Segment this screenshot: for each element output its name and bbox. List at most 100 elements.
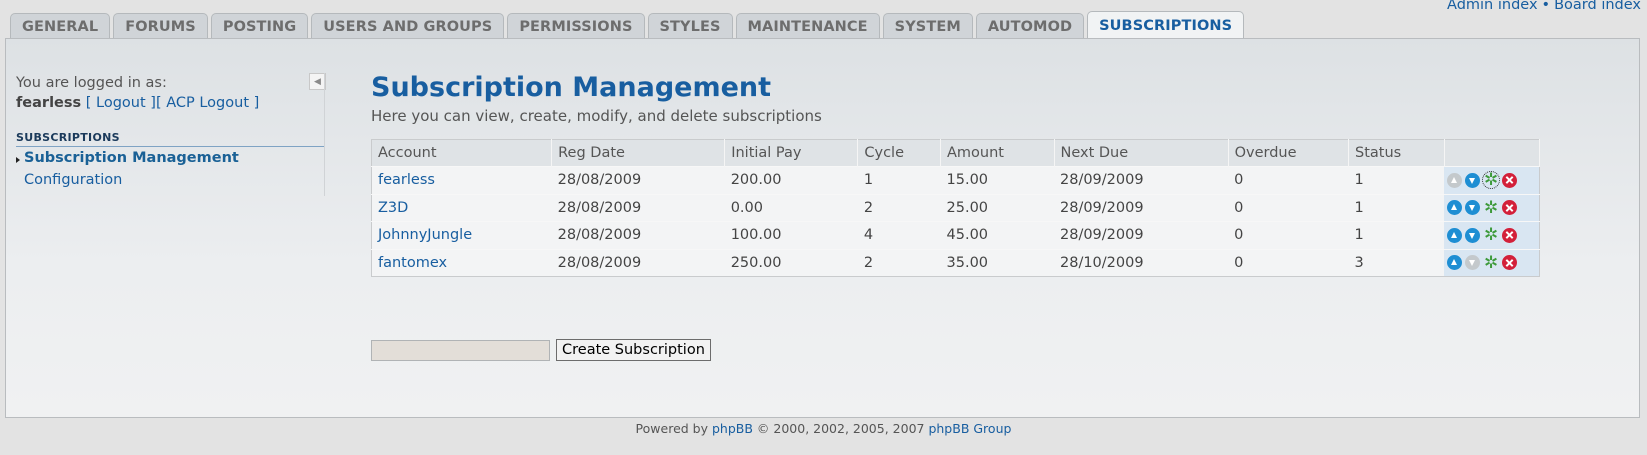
tab-maintenance[interactable]: MAINTENANCE [735,13,880,40]
delete-icon[interactable] [1502,255,1518,271]
main-tabs: GENERAL FORUMS POSTING USERS AND GROUPS … [10,10,1245,41]
cell-account[interactable]: Z3D [371,193,552,222]
cell-cycle: 2 [857,248,941,277]
cell-cycle: 2 [857,193,941,222]
column-header-cycle: Cycle [857,139,942,167]
cell-actions: ✲ [1444,166,1540,194]
move-up-disabled-icon [1447,172,1463,188]
tab-subscriptions[interactable]: SUBSCRIPTIONS [1087,11,1245,41]
cell-account[interactable]: JohnnyJungle [371,221,552,249]
tab-posting[interactable]: POSTING [210,13,309,40]
acp-logout-link[interactable]: [ ACP Logout ] [156,95,259,111]
cell-reg-date: 28/08/2009 [551,248,725,277]
column-header-amount: Amount [940,139,1055,167]
cell-initial-pay: 100.00 [724,221,858,249]
move-down-icon[interactable] [1465,200,1481,216]
tab-users-and-groups[interactable]: USERS AND GROUPS [311,13,505,40]
column-header-next-due: Next Due [1054,139,1229,167]
cell-actions: ✲ [1444,193,1540,222]
board-index-link[interactable]: Board index [1554,0,1641,13]
cell-amount: 15.00 [940,166,1054,194]
tab-system[interactable]: SYSTEM [882,13,973,40]
subscriptions-table: Account Reg Date Initial Pay Cycle Amoun… [371,139,1541,277]
cell-amount: 35.00 [940,248,1054,277]
delete-icon[interactable] [1502,227,1518,243]
cell-next-due: 28/09/2009 [1054,221,1229,249]
tab-automod[interactable]: AUTOMOD [975,13,1085,40]
sidebar-item-configuration[interactable]: Configuration [16,169,324,191]
column-header-actions [1444,139,1541,167]
cell-account[interactable]: fearless [371,166,552,194]
cell-status: 1 [1348,221,1445,249]
top-links: Admin index • Board index [1447,0,1641,13]
menu-section-title: SUBSCRIPTIONS [16,131,324,147]
phpbb-link[interactable]: phpBB [712,421,753,436]
table-header-row: Account Reg Date Initial Pay Cycle Amoun… [371,139,1541,167]
cell-reg-date: 28/08/2009 [551,221,725,249]
logout-link[interactable]: [ Logout ] [86,95,156,111]
sidebar-item-subscription-management[interactable]: Subscription Management [16,147,324,169]
logged-in-label: You are logged in as: [16,75,167,91]
column-header-overdue: Overdue [1228,139,1350,167]
gear-icon[interactable]: ✲ [1482,171,1501,190]
cell-next-due: 28/09/2009 [1054,193,1229,222]
admin-index-link[interactable]: Admin index [1447,0,1538,13]
move-up-icon[interactable] [1447,227,1463,243]
tab-general[interactable]: GENERAL [10,13,111,40]
footer: Powered by phpBB © 2000, 2002, 2005, 200… [0,421,1647,436]
login-info: You are logged in as: fearless [ Logout … [16,73,324,113]
page-title: Subscription Management [371,72,772,103]
table-row: fearless 28/08/2009 200.00 1 15.00 28/09… [371,166,1540,194]
cell-reg-date: 28/08/2009 [551,166,725,194]
sidebar: You are logged in as: fearless [ Logout … [16,73,326,191]
tab-forums[interactable]: FORUMS [113,13,208,40]
tab-styles[interactable]: STYLES [647,13,733,40]
cell-status: 1 [1348,193,1445,222]
create-subscription-form: Create Subscription [371,339,711,361]
cell-initial-pay: 0.00 [724,193,858,222]
cell-reg-date: 28/08/2009 [551,193,725,222]
column-header-status: Status [1348,139,1445,167]
cell-overdue: 0 [1228,248,1349,277]
cell-overdue: 0 [1228,193,1349,222]
cell-actions: ✲ [1444,221,1540,249]
move-up-icon[interactable] [1447,200,1463,216]
move-down-icon[interactable] [1465,227,1481,243]
phpbb-group-link[interactable]: phpBB Group [928,421,1011,436]
cell-next-due: 28/09/2009 [1054,166,1229,194]
move-up-icon[interactable] [1447,255,1463,271]
cell-cycle: 4 [857,221,941,249]
main-content: Subscription Management Here you can vie… [371,72,1541,361]
create-subscription-button[interactable]: Create Subscription [556,339,711,361]
delete-icon[interactable] [1502,200,1518,216]
table-row: Z3D 28/08/2009 0.00 2 25.00 28/09/2009 0… [371,193,1540,222]
create-subscription-input[interactable] [371,339,550,361]
gear-icon[interactable]: ✲ [1483,254,1499,271]
cell-overdue: 0 [1228,221,1349,249]
cell-amount: 45.00 [940,221,1054,249]
cell-account[interactable]: fantomex [371,248,552,277]
cell-amount: 25.00 [940,193,1054,222]
page-description: Here you can view, create, modify, and d… [371,107,822,125]
gear-icon[interactable]: ✲ [1483,199,1499,216]
cell-next-due: 28/10/2009 [1054,248,1229,277]
column-header-account: Account [371,139,553,167]
move-down-icon[interactable] [1465,172,1481,188]
delete-icon[interactable] [1502,172,1518,188]
sidebar-divider [324,73,325,196]
footer-copyright: © 2000, 2002, 2005, 2007 [752,421,929,436]
content-panel: You are logged in as: fearless [ Logout … [5,38,1640,418]
footer-prefix: Powered by [635,421,712,436]
top-links-separator: • [1541,0,1551,13]
move-down-disabled-icon [1465,255,1481,271]
gear-icon[interactable]: ✲ [1483,227,1499,244]
cell-overdue: 0 [1228,166,1349,194]
username: fearless [16,95,82,111]
cell-status: 3 [1348,248,1445,277]
column-header-reg-date: Reg Date [551,139,726,167]
tab-permissions[interactable]: PERMISSIONS [507,13,645,40]
cell-cycle: 1 [857,166,941,194]
cell-status: 1 [1348,166,1445,194]
cell-initial-pay: 200.00 [724,166,858,194]
cell-actions: ✲ [1444,248,1540,277]
